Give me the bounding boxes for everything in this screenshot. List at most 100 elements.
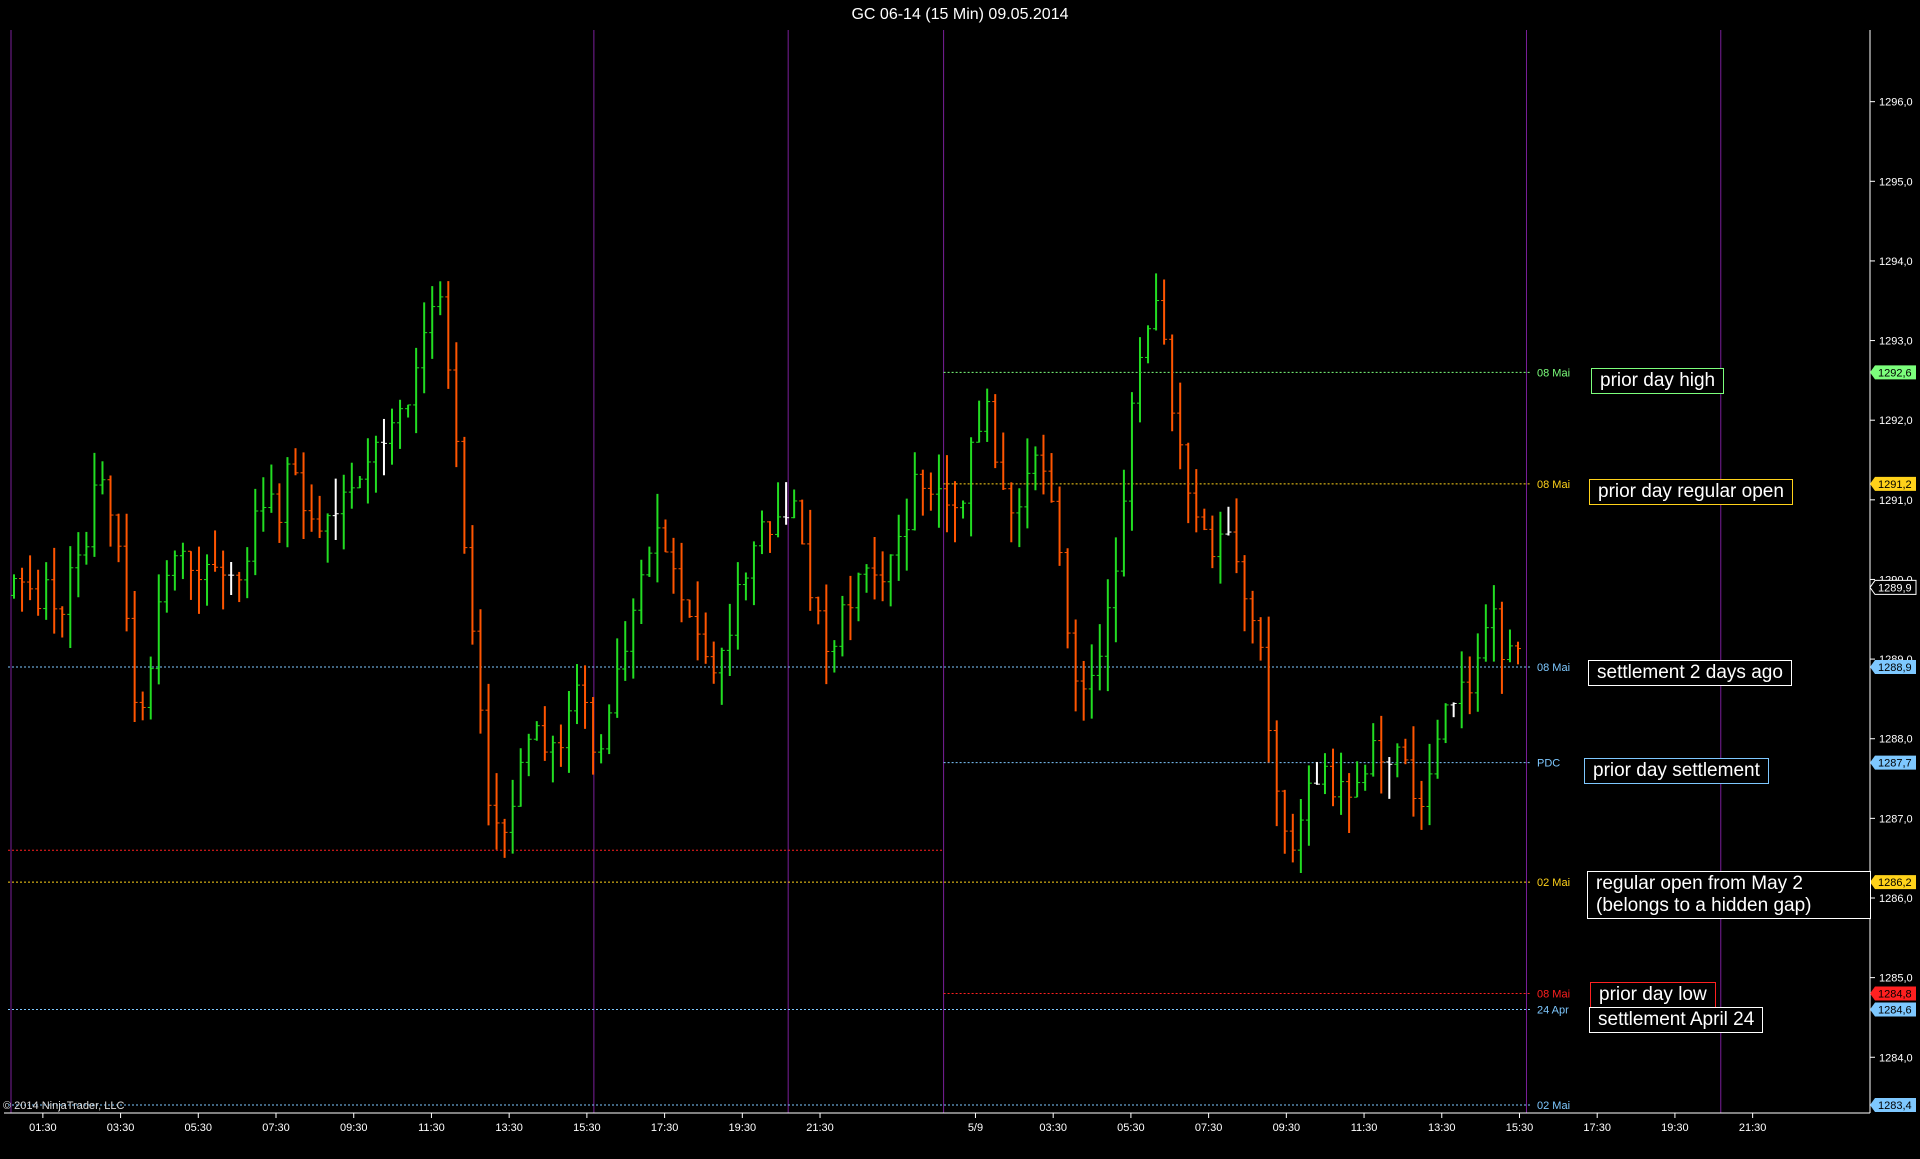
price-bar [670, 537, 677, 594]
annotation-regular-open-may-2: regular open from May 2 (belongs to a hi… [1587, 871, 1871, 919]
price-bar [461, 436, 468, 554]
price-bar [1410, 726, 1417, 817]
price-bar [107, 475, 114, 547]
price-bar [1330, 748, 1337, 807]
price-bar [678, 542, 685, 623]
price-bar [405, 404, 412, 418]
price-bar [1072, 619, 1079, 712]
price-bar [1394, 743, 1401, 778]
price-bar [943, 455, 950, 533]
price-bar [1177, 382, 1184, 470]
x-tick-label: 01:30 [29, 1122, 57, 1134]
price-bar [799, 499, 806, 545]
annotation-regular-open-may-2-line2: (belongs to a hidden gap) [1596, 895, 1812, 916]
annotation-prior-day-high: prior day high [1591, 368, 1725, 394]
price-bar [1040, 434, 1047, 495]
price-bar [557, 724, 564, 767]
level-tag: 08 Mai [1537, 662, 1570, 674]
price-bar [1362, 764, 1369, 791]
price-tag: 1291,2 [1870, 476, 1916, 491]
price-bar [710, 641, 717, 684]
price-bar [35, 569, 42, 616]
price-bar [767, 521, 774, 553]
price-tag-text: 1291,2 [1878, 479, 1912, 491]
price-bar [1233, 498, 1240, 574]
price-bar [1112, 537, 1119, 643]
price-tag: 1284,6 [1870, 1002, 1916, 1017]
price-bar [485, 683, 492, 826]
price-bar [750, 541, 757, 606]
x-tick-label: 13:30 [495, 1122, 523, 1134]
price-bar [1506, 629, 1513, 663]
price-bar [332, 478, 339, 540]
x-tick-label: 07:30 [262, 1122, 290, 1134]
price-bar [927, 472, 934, 511]
price-bar [252, 488, 259, 576]
price-bar [67, 546, 74, 648]
price-bar [630, 598, 637, 679]
copyright-notice: © 2014 NinjaTrader, LLC [3, 1100, 125, 1112]
price-bar [871, 536, 878, 600]
price-bar [1169, 334, 1176, 432]
price-bar [308, 484, 315, 532]
y-tick-label: 1294,0 [1879, 256, 1913, 268]
price-bar [919, 469, 926, 516]
price-bar [27, 555, 34, 601]
price-bar [380, 418, 387, 476]
price-bar [694, 581, 701, 661]
price-bar [823, 584, 830, 685]
price-bar [389, 408, 396, 465]
price-bar [91, 452, 98, 557]
price-bar [477, 609, 484, 734]
price-bar [565, 690, 572, 773]
price-bar [115, 513, 122, 563]
price-bar [573, 664, 580, 725]
price-bar [1297, 798, 1304, 873]
price-bar [879, 551, 886, 602]
price-bar [171, 550, 178, 591]
price-bar [638, 559, 645, 624]
price-tag-text: 1287,7 [1878, 758, 1912, 770]
x-tick-label: 03:30 [107, 1122, 135, 1134]
x-tick-label: 05:30 [1117, 1122, 1145, 1134]
price-bar [1008, 482, 1015, 543]
price-bar [582, 665, 589, 729]
price-bar [984, 388, 991, 442]
price-bar [284, 457, 291, 548]
price-bar [525, 733, 532, 777]
price-bar [228, 562, 235, 596]
price-bar [1386, 757, 1393, 799]
price-tag-text: 1286,2 [1878, 877, 1912, 889]
price-bar [429, 286, 436, 359]
price-bar [1434, 719, 1441, 779]
y-tick-label: 1293,0 [1879, 336, 1913, 348]
price-bar [1080, 660, 1087, 721]
price-bar [541, 706, 548, 761]
price-bar [734, 562, 741, 650]
price-bar [758, 510, 765, 555]
x-tick-label: 13:30 [1428, 1122, 1456, 1134]
price-bar [155, 574, 162, 685]
y-tick-label: 1284,0 [1879, 1052, 1913, 1064]
price-bar [847, 575, 854, 641]
level-tag: 08 Mai [1537, 479, 1570, 491]
price-tag: 1284,8 [1870, 986, 1916, 1001]
annotation-prior-day-regular-open: prior day regular open [1589, 479, 1793, 505]
price-bar [1402, 738, 1409, 765]
price-bar [968, 437, 975, 537]
x-tick-label: 15:30 [573, 1122, 601, 1134]
price-bar [1128, 392, 1135, 531]
level-tag: 24 Apr [1537, 1004, 1569, 1016]
price-tag: 1283,4 [1870, 1098, 1916, 1113]
price-bar [807, 509, 814, 611]
price-bar [598, 734, 605, 764]
price-bar [614, 638, 621, 718]
x-tick-label: 19:30 [729, 1122, 757, 1134]
x-tick-label: 03:30 [1039, 1122, 1067, 1134]
price-bar [83, 531, 90, 565]
price-tag-text: 1288,9 [1878, 662, 1912, 674]
y-tick-label: 1295,0 [1879, 176, 1913, 188]
price-bar [903, 498, 910, 571]
price-bar [726, 603, 733, 676]
price-bar [590, 697, 597, 775]
